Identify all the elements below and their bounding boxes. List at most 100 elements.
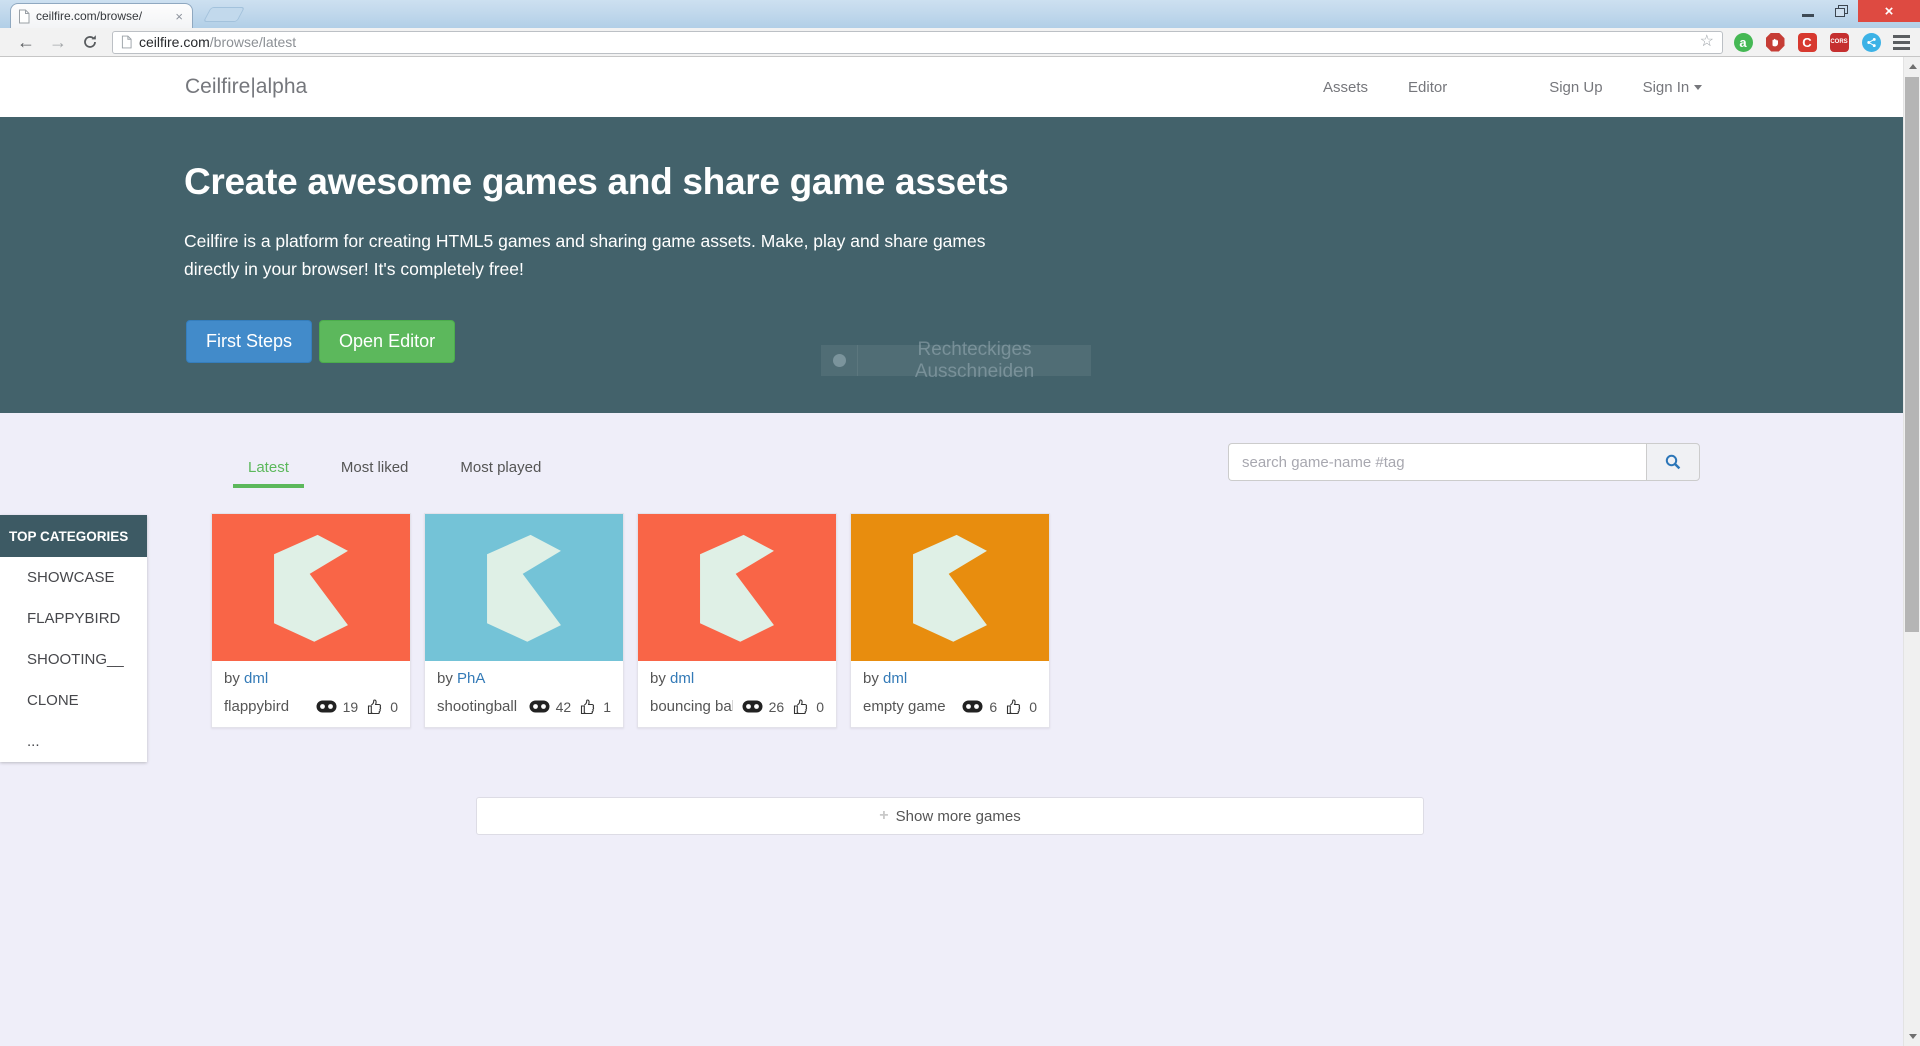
game-thumbnail[interactable] bbox=[212, 514, 410, 661]
likes-stat: 0 bbox=[367, 699, 398, 715]
back-icon[interactable]: ← bbox=[17, 33, 35, 51]
tab-close-icon[interactable]: × bbox=[173, 10, 185, 23]
tab-most-liked[interactable]: Most liked bbox=[326, 451, 424, 488]
url-path: /browse/latest bbox=[210, 34, 296, 50]
game-name[interactable]: flappybird bbox=[224, 698, 307, 715]
page-favicon-icon bbox=[18, 9, 30, 24]
author-link[interactable]: dml bbox=[670, 670, 694, 687]
thumbs-up-icon bbox=[1006, 699, 1023, 715]
game-card[interactable]: by PhA shootingball 42 1 bbox=[424, 513, 624, 728]
author-link[interactable]: PhA bbox=[457, 670, 485, 687]
game-name[interactable]: bouncing ball bbox=[650, 698, 733, 715]
category-showcase[interactable]: SHOWCASE bbox=[0, 557, 147, 598]
likes-stat: 0 bbox=[1006, 699, 1037, 715]
ceilfire-logo-icon bbox=[671, 524, 803, 652]
restore-icon bbox=[1835, 5, 1848, 17]
url-bar[interactable]: ceilfire.com/browse/latest ☆ bbox=[112, 31, 1723, 54]
byline: by dml bbox=[863, 670, 1037, 687]
browser-tab-title: ceilfire.com/browse/ bbox=[36, 9, 173, 23]
snipping-tool-overlay: Rechteckiges Ausschneiden bbox=[821, 345, 1091, 376]
game-thumbnail[interactable] bbox=[638, 514, 836, 661]
game-name[interactable]: empty game bbox=[863, 698, 953, 715]
nav-link-assets[interactable]: Assets bbox=[1323, 79, 1368, 96]
bookmark-star-icon[interactable]: ☆ bbox=[1700, 34, 1714, 50]
author-link[interactable]: dml bbox=[883, 670, 907, 687]
extension-share-icon[interactable] bbox=[1859, 31, 1883, 53]
hero-buttons: First Steps Open Editor bbox=[186, 320, 455, 363]
window-minimize-button[interactable] bbox=[1792, 0, 1824, 22]
browser-tab-strip: ceilfire.com/browse/ × × bbox=[0, 0, 1920, 28]
extension-adguard-icon[interactable]: a bbox=[1731, 31, 1755, 53]
author-link[interactable]: dml bbox=[244, 670, 268, 687]
extension-c-icon[interactable]: C bbox=[1795, 31, 1819, 53]
hero-subtitle: Ceilfire is a platform for creating HTML… bbox=[184, 227, 1044, 284]
plays-stat: 42 bbox=[529, 699, 572, 715]
search-button[interactable] bbox=[1646, 443, 1700, 481]
likes-stat: 1 bbox=[580, 699, 611, 715]
browse-tabs: Latest Most liked Most played bbox=[233, 451, 578, 488]
url-text: ceilfire.com/browse/latest bbox=[139, 34, 296, 50]
browser-tab[interactable]: ceilfire.com/browse/ × bbox=[10, 3, 193, 28]
window-close-button[interactable]: × bbox=[1858, 0, 1920, 22]
plays-icon bbox=[316, 700, 337, 713]
nav-link-sign-up[interactable]: Sign Up bbox=[1549, 79, 1602, 96]
game-card[interactable]: by dml flappybird 19 0 bbox=[211, 513, 411, 728]
byline: by dml bbox=[650, 670, 824, 687]
snip-overlay-label: Rechteckiges Ausschneiden bbox=[858, 339, 1091, 383]
plays-icon bbox=[529, 700, 550, 713]
snip-mode-icon bbox=[821, 345, 858, 376]
extension-adblock-icon[interactable] bbox=[1763, 31, 1787, 53]
tab-latest[interactable]: Latest bbox=[233, 451, 304, 488]
hand-icon bbox=[1770, 37, 1780, 47]
category-clone[interactable]: CLONE bbox=[0, 680, 147, 721]
nav-link-editor[interactable]: Editor bbox=[1408, 79, 1447, 96]
forward-icon[interactable]: → bbox=[49, 33, 67, 51]
ceilfire-logo-icon bbox=[884, 524, 1016, 652]
byline: by PhA bbox=[437, 670, 611, 687]
category-more[interactable]: ... bbox=[0, 721, 147, 762]
new-tab-button[interactable] bbox=[203, 7, 245, 22]
game-card-grid: by dml flappybird 19 0 by PhA shootingba… bbox=[211, 513, 1063, 728]
hero-title: Create awesome games and share game asse… bbox=[184, 161, 1008, 203]
plays-icon bbox=[742, 700, 763, 713]
category-shooting[interactable]: SHOOTING__ bbox=[0, 639, 147, 680]
page-icon bbox=[121, 35, 132, 49]
plays-icon bbox=[962, 700, 983, 713]
search-input[interactable] bbox=[1228, 443, 1646, 481]
window-controls: × bbox=[1792, 0, 1920, 22]
scrollbar-thumb[interactable] bbox=[1905, 77, 1919, 632]
ceilfire-logo-icon bbox=[245, 524, 377, 652]
game-card[interactable]: by dml bouncing ball 26 0 bbox=[637, 513, 837, 728]
category-flappybird[interactable]: FLAPPYBIRD bbox=[0, 598, 147, 639]
ceilfire-logo-icon bbox=[458, 524, 590, 652]
scroll-down-icon[interactable] bbox=[1904, 1028, 1920, 1045]
site-logo[interactable]: Ceilfire|alpha bbox=[185, 75, 307, 99]
plays-stat: 19 bbox=[316, 699, 359, 715]
plus-icon: + bbox=[879, 807, 888, 825]
window-restore-button[interactable] bbox=[1824, 0, 1858, 22]
game-card[interactable]: by dml empty game 6 0 bbox=[850, 513, 1050, 728]
url-domain: ceilfire.com bbox=[139, 34, 210, 50]
nav-links: Assets Editor Sign Up Sign In bbox=[1323, 57, 1742, 117]
scroll-up-icon[interactable] bbox=[1904, 58, 1920, 75]
browser-toolbar: ← → ceilfire.com/browse/latest ☆ a C COR… bbox=[0, 28, 1920, 57]
show-more-games-button[interactable]: + Show more games bbox=[476, 797, 1424, 835]
game-name[interactable]: shootingball bbox=[437, 698, 520, 715]
game-thumbnail[interactable] bbox=[425, 514, 623, 661]
extension-cors-icon[interactable]: CORS bbox=[1827, 31, 1851, 53]
nav-link-sign-in[interactable]: Sign In bbox=[1643, 79, 1703, 96]
page-scrollbar[interactable] bbox=[1903, 57, 1920, 1046]
hero-section: Create awesome games and share game asse… bbox=[0, 117, 1920, 413]
top-categories-header: TOP CATEGORIES bbox=[0, 515, 147, 557]
byline: by dml bbox=[224, 670, 398, 687]
browser-menu-icon[interactable] bbox=[1893, 35, 1910, 50]
search-icon bbox=[1664, 453, 1682, 471]
open-editor-button[interactable]: Open Editor bbox=[319, 320, 455, 363]
game-thumbnail[interactable] bbox=[851, 514, 1049, 661]
first-steps-button[interactable]: First Steps bbox=[186, 320, 312, 363]
reload-icon[interactable] bbox=[82, 34, 98, 50]
tab-most-played[interactable]: Most played bbox=[445, 451, 556, 488]
chevron-down-icon bbox=[1694, 85, 1702, 90]
game-search bbox=[1228, 443, 1700, 481]
plays-stat: 26 bbox=[742, 699, 785, 715]
